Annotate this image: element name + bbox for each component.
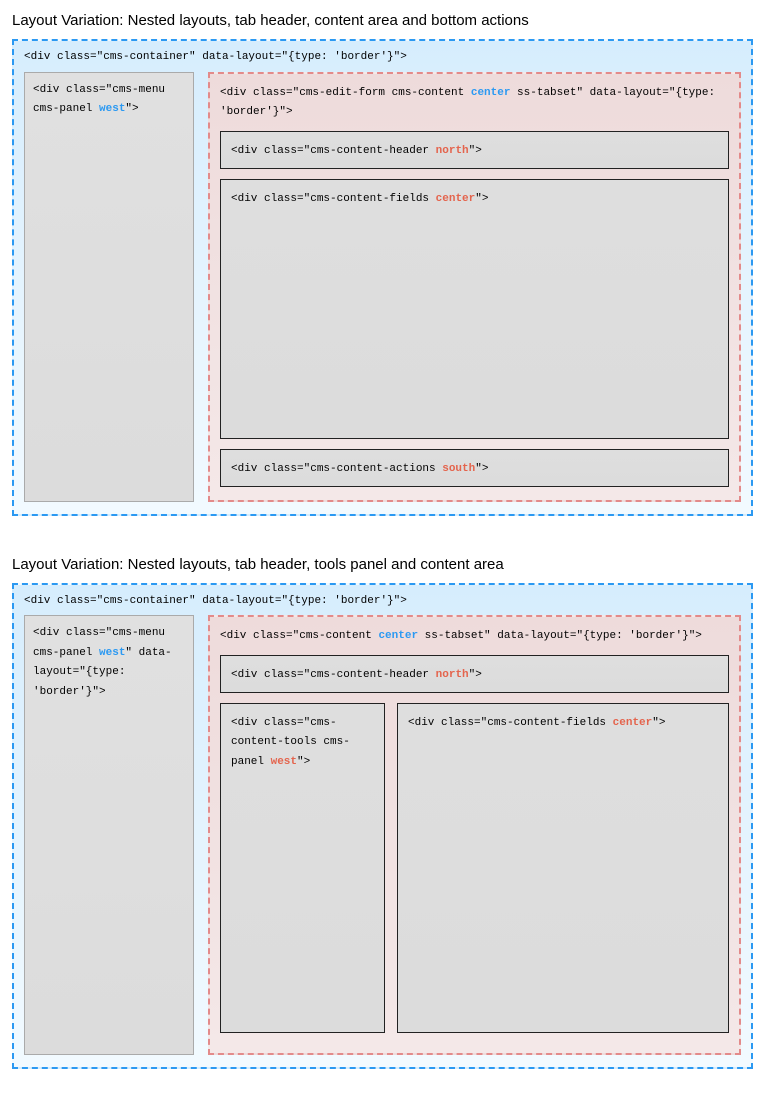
diagram1-actions-post: ">	[475, 463, 488, 475]
diagram2-header-kw: north	[436, 669, 469, 681]
diagram2-cms-content-tools: <div class="cms-content-tools cms-panel …	[220, 703, 385, 1033]
diagram1-header-pre: <div class="cms-content-header	[231, 145, 436, 157]
diagram1-menu-code-post: ">	[125, 103, 138, 115]
diagram2-menu-kw: west	[99, 647, 125, 659]
diagram2-cms-container: <div class="cms-container" data-layout="…	[12, 583, 753, 1070]
diagram1-heading: Layout Variation: Nested layouts, tab he…	[12, 12, 753, 29]
diagram2-tools-kw: west	[271, 756, 297, 768]
diagram2-cms-content-fields: <div class="cms-content-fields center">	[397, 703, 729, 1033]
diagram1-container-code: <div class="cms-container" data-layout="…	[24, 49, 741, 66]
diagram2-content-post: ss-tabset" data-layout="{type: 'border'}…	[418, 630, 702, 642]
diagram2-fields-kw: center	[613, 717, 653, 729]
diagram2-fields-post: ">	[652, 717, 665, 729]
diagram2-content-pre: <div class="cms-content	[220, 630, 378, 642]
diagram2-header-post: ">	[469, 669, 482, 681]
diagram2-container-code: <div class="cms-container" data-layout="…	[24, 593, 741, 610]
diagram1-actions-kw: south	[442, 463, 475, 475]
diagram2-content-kw: center	[378, 630, 418, 642]
diagram2-cms-menu: <div class="cms-menu cms-panel west" dat…	[24, 615, 194, 1055]
diagram1-menu-kw: west	[99, 103, 125, 115]
diagram2-cms-content-header: <div class="cms-content-header north">	[220, 655, 729, 693]
diagram1-fields-post: ">	[475, 193, 488, 205]
diagram2-cms-content: <div class="cms-content center ss-tabset…	[208, 615, 741, 1055]
diagram1-cms-content-fields: <div class="cms-content-fields center">	[220, 179, 729, 439]
diagram1-content-pre: <div class="cms-edit-form cms-content	[220, 87, 471, 99]
diagram1-header-kw: north	[436, 145, 469, 157]
diagram2-fields-pre: <div class="cms-content-fields	[408, 717, 613, 729]
diagram1-fields-pre: <div class="cms-content-fields	[231, 193, 436, 205]
diagram1-cms-content: <div class="cms-edit-form cms-content ce…	[208, 72, 741, 502]
diagram1-header-post: ">	[469, 145, 482, 157]
diagram2-heading: Layout Variation: Nested layouts, tab he…	[12, 556, 753, 573]
diagram1-cms-menu: <div class="cms-menu cms-panel west">	[24, 72, 194, 502]
diagram2-header-pre: <div class="cms-content-header	[231, 669, 436, 681]
diagram1-cms-content-actions: <div class="cms-content-actions south">	[220, 449, 729, 487]
diagram1-cms-content-header: <div class="cms-content-header north">	[220, 131, 729, 169]
diagram2-tools-post: ">	[297, 756, 310, 768]
diagram1-fields-kw: center	[436, 193, 476, 205]
diagram1-actions-pre: <div class="cms-content-actions	[231, 463, 442, 475]
diagram1-cms-container: <div class="cms-container" data-layout="…	[12, 39, 753, 516]
diagram1-content-kw: center	[471, 87, 511, 99]
